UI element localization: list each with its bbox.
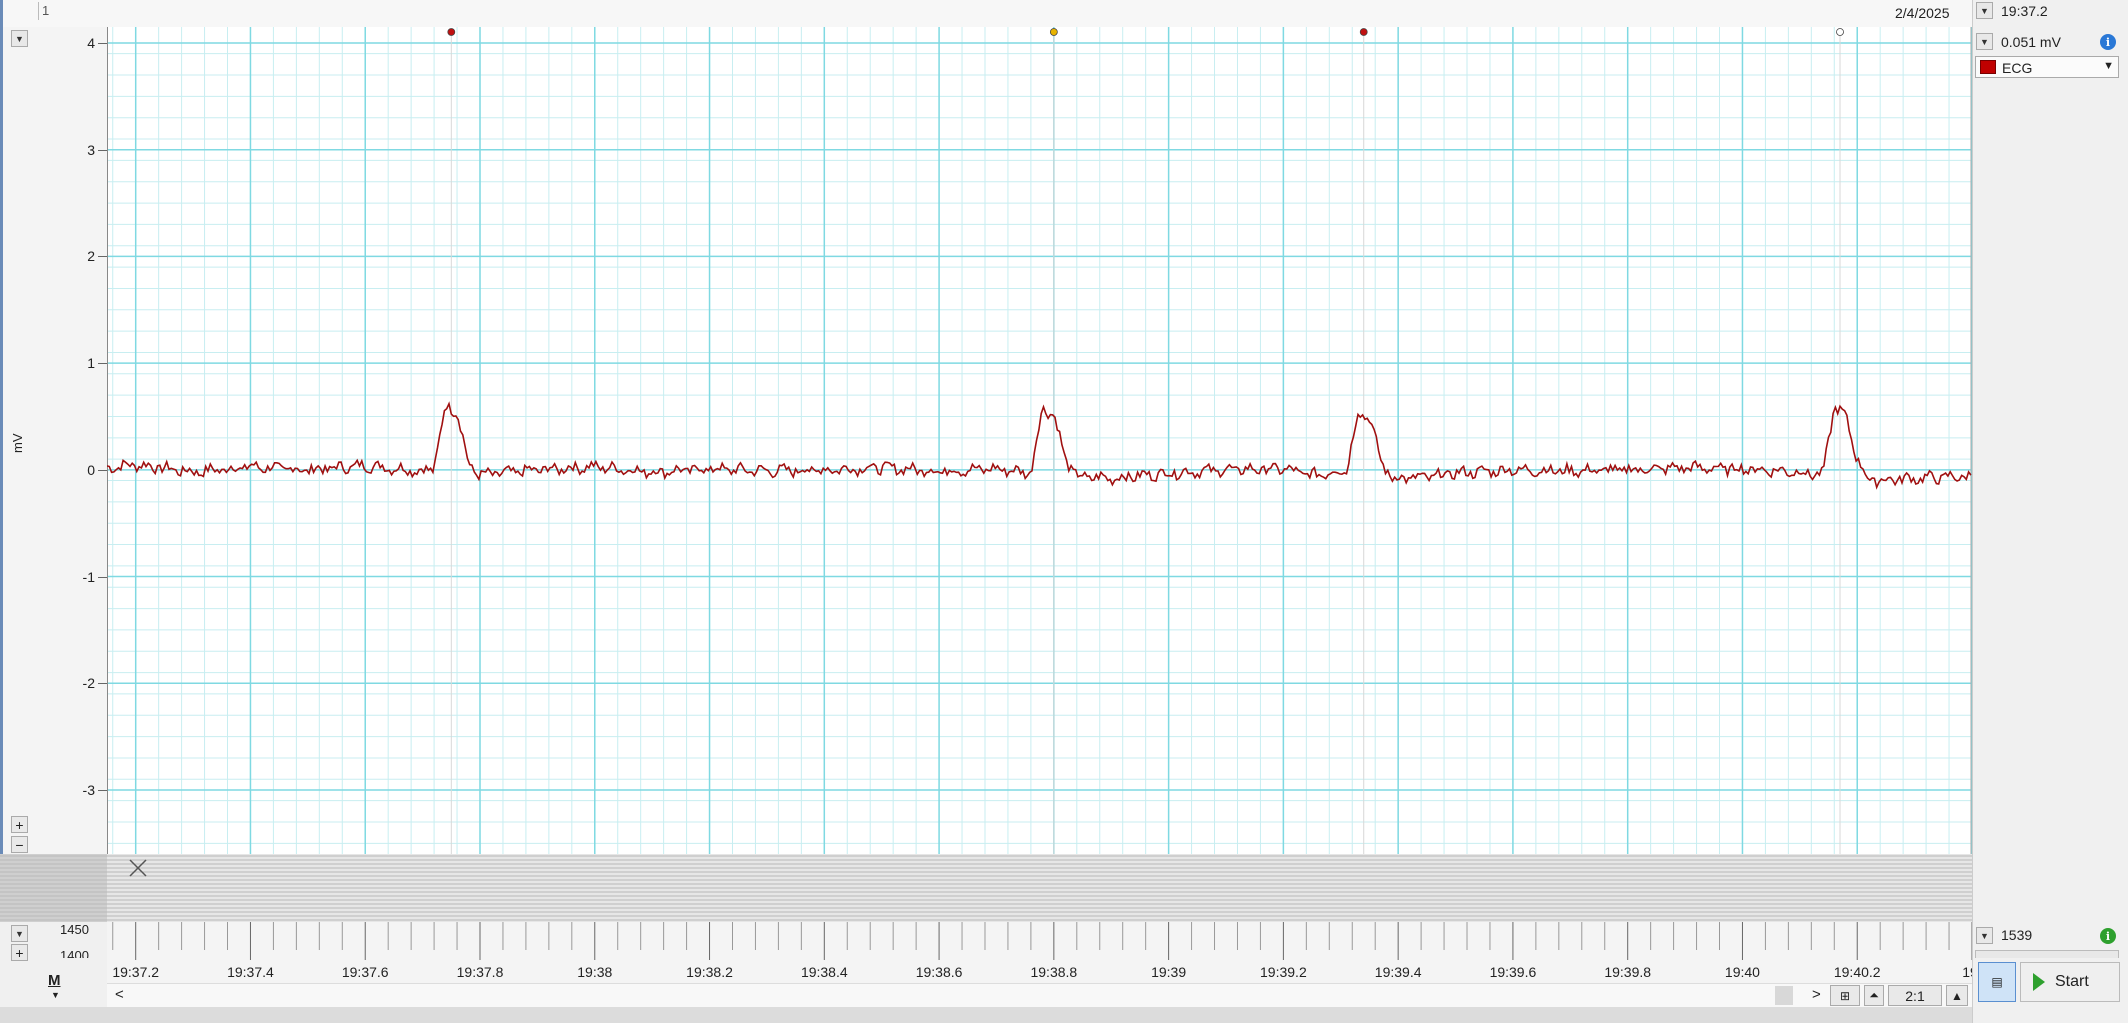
event-marker-3 xyxy=(1836,28,1844,36)
plot-background xyxy=(107,27,1972,854)
lower-channel-select[interactable] xyxy=(1975,950,2119,958)
x-tick-label: 19:40 xyxy=(1724,964,1760,980)
start-label: Start xyxy=(2055,973,2089,990)
scroll-left-button[interactable]: < xyxy=(115,986,124,1003)
x-tick-label: 19:38 xyxy=(577,964,613,980)
x-tick-label: 19:38.4 xyxy=(800,964,848,980)
channel-select[interactable]: ECG ▼ xyxy=(1975,56,2119,78)
event-marker-2 xyxy=(1359,28,1368,36)
marker-chevron-down-icon[interactable]: ▼ xyxy=(51,990,60,1000)
lower-readout-chevron-down-icon[interactable]: ▼ xyxy=(1976,927,1993,944)
time-axis: 19:37.2 19:37.4 19:37.6 19:37.8 19:38 19:38.2… xyxy=(107,922,1982,983)
x-tick-label: 19:38.2 xyxy=(686,964,733,980)
ecg-chart[interactable] xyxy=(107,27,1972,854)
channel-menu-chevron-down-icon[interactable]: ▼ xyxy=(11,30,28,47)
top-strip: 1 2/4/2025 xyxy=(0,0,1972,27)
view-mode-icon[interactable]: ▤ xyxy=(1978,962,2016,1002)
y-axis-unit: mV xyxy=(10,433,25,454)
y-tick-mark xyxy=(98,469,107,471)
lower-channel-chevron-down-icon[interactable]: ▼ xyxy=(11,925,28,942)
y-tick-label: 2 xyxy=(87,248,95,265)
y-tick-mark xyxy=(98,789,107,791)
y-tick-label: 1 xyxy=(87,355,95,372)
time-readout-chevron-down-icon[interactable]: ▼ xyxy=(1976,2,1993,19)
x-tick-label: 19:37.4 xyxy=(227,964,274,980)
y-tick-label: 4 xyxy=(87,35,95,51)
x-tick-label: 19:38.6 xyxy=(915,964,963,980)
close-x-icon[interactable] xyxy=(128,858,148,878)
y-tick-mark xyxy=(98,576,107,578)
channel-name: ECG xyxy=(2002,60,2033,76)
zoom-in-plus-icon[interactable]: + xyxy=(11,816,28,833)
ecg-recording-window: 1 2/4/2025 ▼ mV 4 3 2 1 0 -1 -2 -3 + − ▼ 1450 +… xyxy=(0,0,2128,1023)
time-readout: 19:37.2 xyxy=(2001,3,2048,19)
time-axis-ticks xyxy=(112,922,1972,960)
compress-icon[interactable]: ⏶ xyxy=(1864,985,1884,1006)
channel-color-swatch xyxy=(1980,60,1996,74)
y-tick-label: -2 xyxy=(82,675,95,692)
x-tick-label: 19:39 xyxy=(1151,964,1187,980)
window-bottom-edge xyxy=(0,1007,2128,1023)
x-tick-label: 19:40.2 xyxy=(1833,964,1881,980)
channel-settings-panel xyxy=(1972,0,2128,1023)
play-icon xyxy=(2033,973,2045,991)
lower-zoom-plus-icon[interactable]: + xyxy=(11,944,28,961)
divider xyxy=(38,2,39,20)
x-tick-label: 19:39.2 xyxy=(1260,964,1307,980)
recording-date: 2/4/2025 xyxy=(1895,5,1950,21)
y-tick-label: 3 xyxy=(87,141,95,158)
lower-tick-bottom: 1400 xyxy=(60,948,89,958)
scroll-right-button[interactable]: > xyxy=(1812,986,1821,1003)
zoom-ratio-field[interactable]: 2:1 xyxy=(1888,985,1942,1006)
y-tick-label: -3 xyxy=(82,781,95,798)
event-marker-1 xyxy=(1049,28,1058,36)
y-tick-mark xyxy=(98,43,107,44)
scroll-thumb[interactable] xyxy=(1775,986,1793,1005)
x-tick-label: 19:37.2 xyxy=(112,964,160,980)
start-button[interactable]: Start xyxy=(2020,962,2120,1002)
y-axis-gutter: ▼ mV 4 3 2 1 0 -1 -2 -3 + − xyxy=(0,27,107,854)
y-tick-label: 0 xyxy=(87,461,95,478)
channel-chevron-down-icon: ▼ xyxy=(2103,60,2114,72)
horizontal-scrollbar[interactable]: < > ⊞ ⏶ 2:1 ▲ xyxy=(107,983,1972,1007)
x-tick-label: 19:39.8 xyxy=(1604,964,1652,980)
marker-m-icon[interactable]: M xyxy=(48,972,61,989)
scale-chevron-down-icon[interactable]: ▼ xyxy=(1976,33,1993,50)
x-tick-label: 19:39.6 xyxy=(1489,964,1537,980)
lower-tick-top: 1450 xyxy=(60,922,89,937)
lower-channel-band xyxy=(0,854,2128,922)
y-tick-label: -1 xyxy=(82,568,95,585)
expand-icon[interactable]: ▲ xyxy=(1946,985,1968,1006)
y-tick-mark xyxy=(98,683,107,685)
zoom-out-minus-icon[interactable]: − xyxy=(11,836,28,853)
x-tick-label: 19:37.8 xyxy=(456,964,504,980)
lower-channel-readout: 1539 xyxy=(2001,927,2033,943)
scale-readout: 0.051 mV xyxy=(2001,34,2061,50)
y-tick-mark xyxy=(98,363,107,365)
x-tick-label: 19:37.6 xyxy=(341,964,389,980)
page-number: 1 xyxy=(42,3,50,18)
y-tick-mark xyxy=(98,256,107,258)
event-marker-0 xyxy=(447,28,456,36)
x-tick-label: 19:39.4 xyxy=(1374,964,1422,980)
x-tick-label: 19:38.8 xyxy=(1030,964,1078,980)
y-tick-mark xyxy=(98,149,107,151)
info-icon[interactable]: i xyxy=(2100,34,2116,50)
status-info-icon[interactable]: i xyxy=(2100,928,2116,944)
fit-to-window-icon[interactable]: ⊞ xyxy=(1830,985,1860,1006)
